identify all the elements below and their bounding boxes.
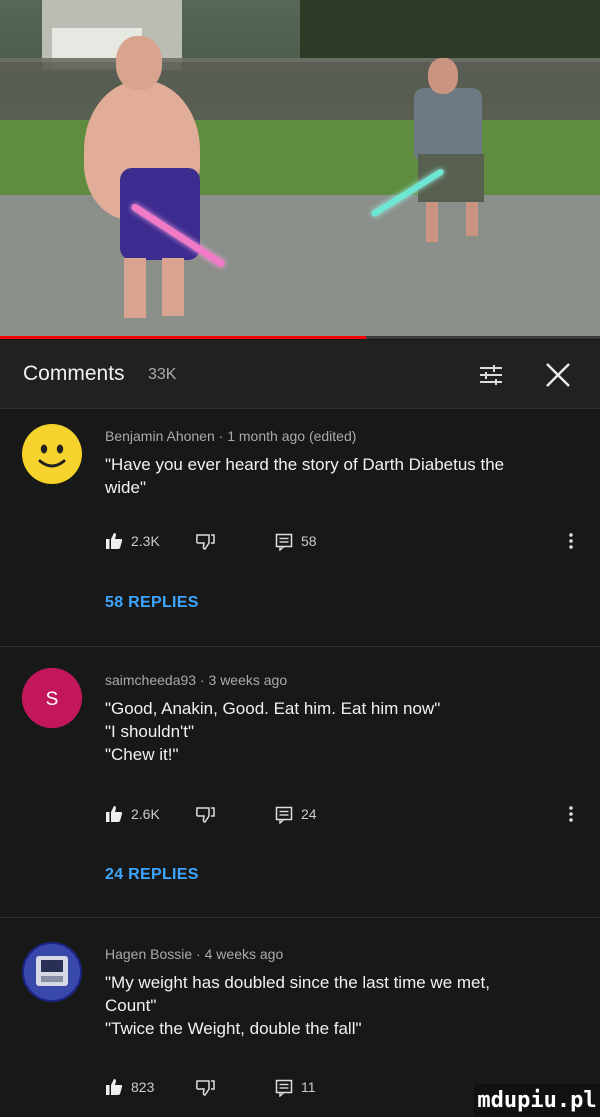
video-player[interactable] [0,0,600,336]
smiley-face-icon [24,426,80,482]
thumbs-down-icon[interactable] [195,533,215,551]
reply-count: 58 [301,533,317,549]
comment-actions: 2.6K 24 [105,804,575,828]
comment-time: 4 weeks ago [204,946,284,962]
comment-text: "My weight has doubled since the last ti… [105,971,575,1040]
video-person-left [84,36,204,326]
comment-reply-icon[interactable] [275,533,293,551]
avatar[interactable] [22,424,82,484]
reply-count: 24 [301,806,317,822]
avatar[interactable] [22,942,82,1002]
comment-meta: Hagen Bossie · 4 weeks ago [105,946,284,962]
watermark: mdupiu.pl [474,1084,600,1117]
avatar[interactable]: S [22,668,82,728]
avatar-letter: S [46,689,59,710]
comment-time: 1 month ago (edited) [227,428,357,444]
more-options-icon[interactable] [567,531,575,551]
comment-line: "I shouldn't" [105,722,195,741]
comment-author[interactable]: Hagen Bossie [105,946,192,962]
comment-actions: 2.3K 58 [105,531,575,555]
thumbs-down-icon[interactable] [195,806,215,824]
sort-icon[interactable] [478,364,504,386]
close-icon[interactable] [544,361,572,389]
reply-count: 11 [301,1079,316,1095]
comment-line: "Twice the Weight, double the fall" [105,1019,362,1038]
like-count: 823 [131,1079,155,1095]
comment-meta: Benjamin Ahonen · 1 month ago (edited) [105,428,357,444]
video-progress-fill [0,336,366,339]
comments-header: Comments 33K [0,340,600,409]
comment-text: "Have you ever heard the story of Darth … [105,453,575,499]
thumbs-up-icon[interactable] [105,1078,123,1096]
comment-divider [0,646,600,647]
comment-author[interactable]: Benjamin Ahonen [105,428,215,444]
comment-reply-icon[interactable] [275,806,293,824]
like-count: 2.3K [131,533,160,549]
thumbs-up-icon[interactable] [105,805,123,823]
comment-line: wide" [105,478,146,497]
comment-line: "Good, Anakin, Good. Eat him. Eat him no… [105,699,441,718]
comment-text: "Good, Anakin, Good. Eat him. Eat him no… [105,697,575,766]
comments-count: 33K [148,366,177,383]
comment-reply-icon[interactable] [275,1079,293,1097]
thumbs-up-icon[interactable] [105,532,123,550]
comment-line: Count" [105,996,157,1015]
comment-time: 3 weeks ago [208,672,288,688]
video-progress-bar[interactable] [0,336,600,339]
video-person-right [412,58,492,258]
video-trees [300,0,600,58]
robot-avatar-icon [22,942,82,1002]
like-count: 2.6K [131,806,160,822]
letter-avatar-icon: S [22,668,82,728]
more-options-icon[interactable] [567,804,575,824]
comment-line: "My weight has doubled since the last ti… [105,973,490,992]
comments-title: Comments [23,362,125,385]
comment-line: "Have you ever heard the story of Darth … [105,455,505,474]
view-replies-link[interactable]: 24 REPLIES [105,866,199,884]
comment-line: "Chew it!" [105,745,179,764]
thumbs-down-icon[interactable] [195,1079,215,1097]
comment-meta: saimcheeda93 · 3 weeks ago [105,672,288,688]
comment-author[interactable]: saimcheeda93 [105,672,196,688]
view-replies-link[interactable]: 58 REPLIES [105,594,199,612]
comment-divider [0,917,600,918]
